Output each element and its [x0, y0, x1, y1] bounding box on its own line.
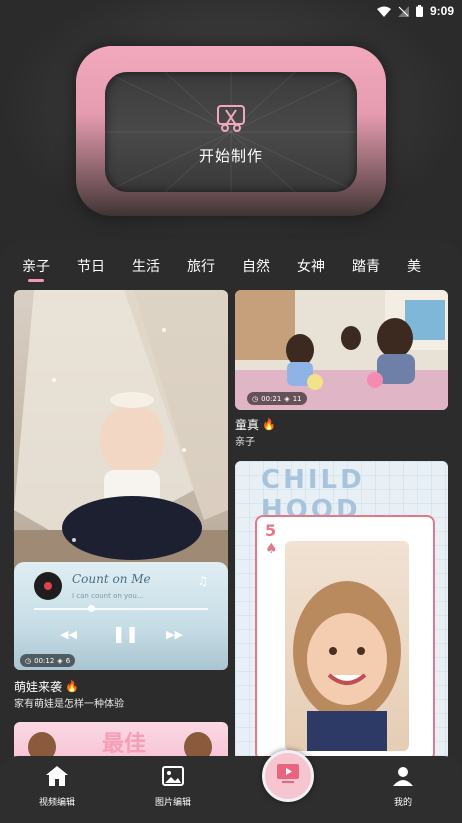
card-title-innocence: 童真 🔥: [235, 418, 276, 432]
pause-icon: ❚❚: [112, 624, 139, 643]
template-card-childhood[interactable]: CHILD HOOD 5 ♠: [235, 461, 448, 761]
duration-badge: ◷ 00:21 ◈ 11: [247, 392, 307, 405]
nav-video-edit-label: 视频编辑: [38, 798, 75, 808]
nav-photo-edit[interactable]: 图片编辑: [138, 766, 208, 808]
start-create-button[interactable]: 开始制作: [105, 72, 357, 192]
tab-festival[interactable]: 节日: [77, 242, 132, 288]
signal-off-icon: [397, 5, 409, 17]
wifi-icon: [376, 6, 391, 17]
hero-area: 开始制作: [0, 0, 462, 242]
song-lyric: I can count on you...: [72, 592, 144, 600]
progress-thumb: [88, 605, 95, 612]
clock-icon: ◷: [252, 394, 259, 403]
create-center-button[interactable]: [262, 750, 314, 802]
status-bar: 9:09: [0, 0, 462, 22]
template-card-innocence[interactable]: ◷ 00:21 ◈ 11: [235, 290, 448, 410]
home-icon: [46, 766, 68, 789]
play-screen-icon: [276, 763, 300, 789]
card-subtitle-cute-baby: 家有萌娃是怎样一种体验: [14, 699, 124, 710]
clock-icon: ◷: [25, 656, 32, 665]
nav-photo-edit-label: 图片编辑: [154, 798, 191, 808]
playing-card-frame: 5 ♠: [255, 515, 435, 761]
rewind-icon: ◀◀: [60, 628, 77, 641]
template-panel: 亲子 节日 生活 旅行 自然 女神 踏青 美 Count on Me I can…: [0, 242, 462, 823]
tab-parent-child[interactable]: 亲子: [22, 242, 77, 288]
tab-goddess[interactable]: 女神: [297, 242, 352, 288]
tab-travel[interactable]: 旅行: [187, 242, 242, 288]
vinyl-record-icon: [34, 572, 62, 600]
music-note-icon: ♫: [197, 574, 208, 588]
bottom-navigation: 视频编辑 图片编辑 我的: [0, 750, 462, 823]
user-icon: [392, 766, 414, 789]
song-title: Count on Me: [72, 572, 151, 586]
layers-icon: ◈: [57, 656, 63, 665]
fire-icon: 🔥: [65, 680, 79, 693]
layers-icon: ◈: [284, 394, 290, 403]
tab-nature[interactable]: 自然: [242, 242, 297, 288]
nav-video-edit[interactable]: 视频编辑: [22, 766, 92, 808]
image-icon: [162, 766, 184, 789]
category-tabs: 亲子 节日 生活 旅行 自然 女神 踏青 美: [0, 242, 462, 288]
spade-icon: ♠: [265, 541, 278, 557]
template-card-cute-baby[interactable]: Count on Me I can count on you... ♫ ◀◀ ❚…: [14, 290, 228, 670]
card-subtitle-innocence: 亲子: [235, 437, 255, 448]
card-title-cute-baby: 萌娃来袭 🔥: [14, 680, 79, 694]
banner-best-text: 最佳: [102, 732, 147, 757]
nav-mine[interactable]: 我的: [368, 766, 438, 808]
tab-life[interactable]: 生活: [132, 242, 187, 288]
card-rank: 5: [265, 521, 277, 540]
clock: 9:09: [429, 4, 454, 18]
scissors-icon: [216, 103, 246, 137]
fast-forward-icon: ▶▶: [166, 628, 183, 641]
battery-icon: [415, 5, 423, 17]
nav-mine-label: 我的: [393, 798, 412, 808]
tab-beauty[interactable]: 美: [407, 242, 462, 288]
child-photo: [285, 541, 409, 751]
fire-icon: 🔥: [262, 418, 276, 431]
tab-spring-outing[interactable]: 踏青: [352, 242, 407, 288]
start-create-label: 开始制作: [198, 146, 263, 165]
duration-badge: ◷ 00:12 ◈ 6: [20, 654, 76, 667]
playback-progress-bar: [34, 608, 208, 610]
